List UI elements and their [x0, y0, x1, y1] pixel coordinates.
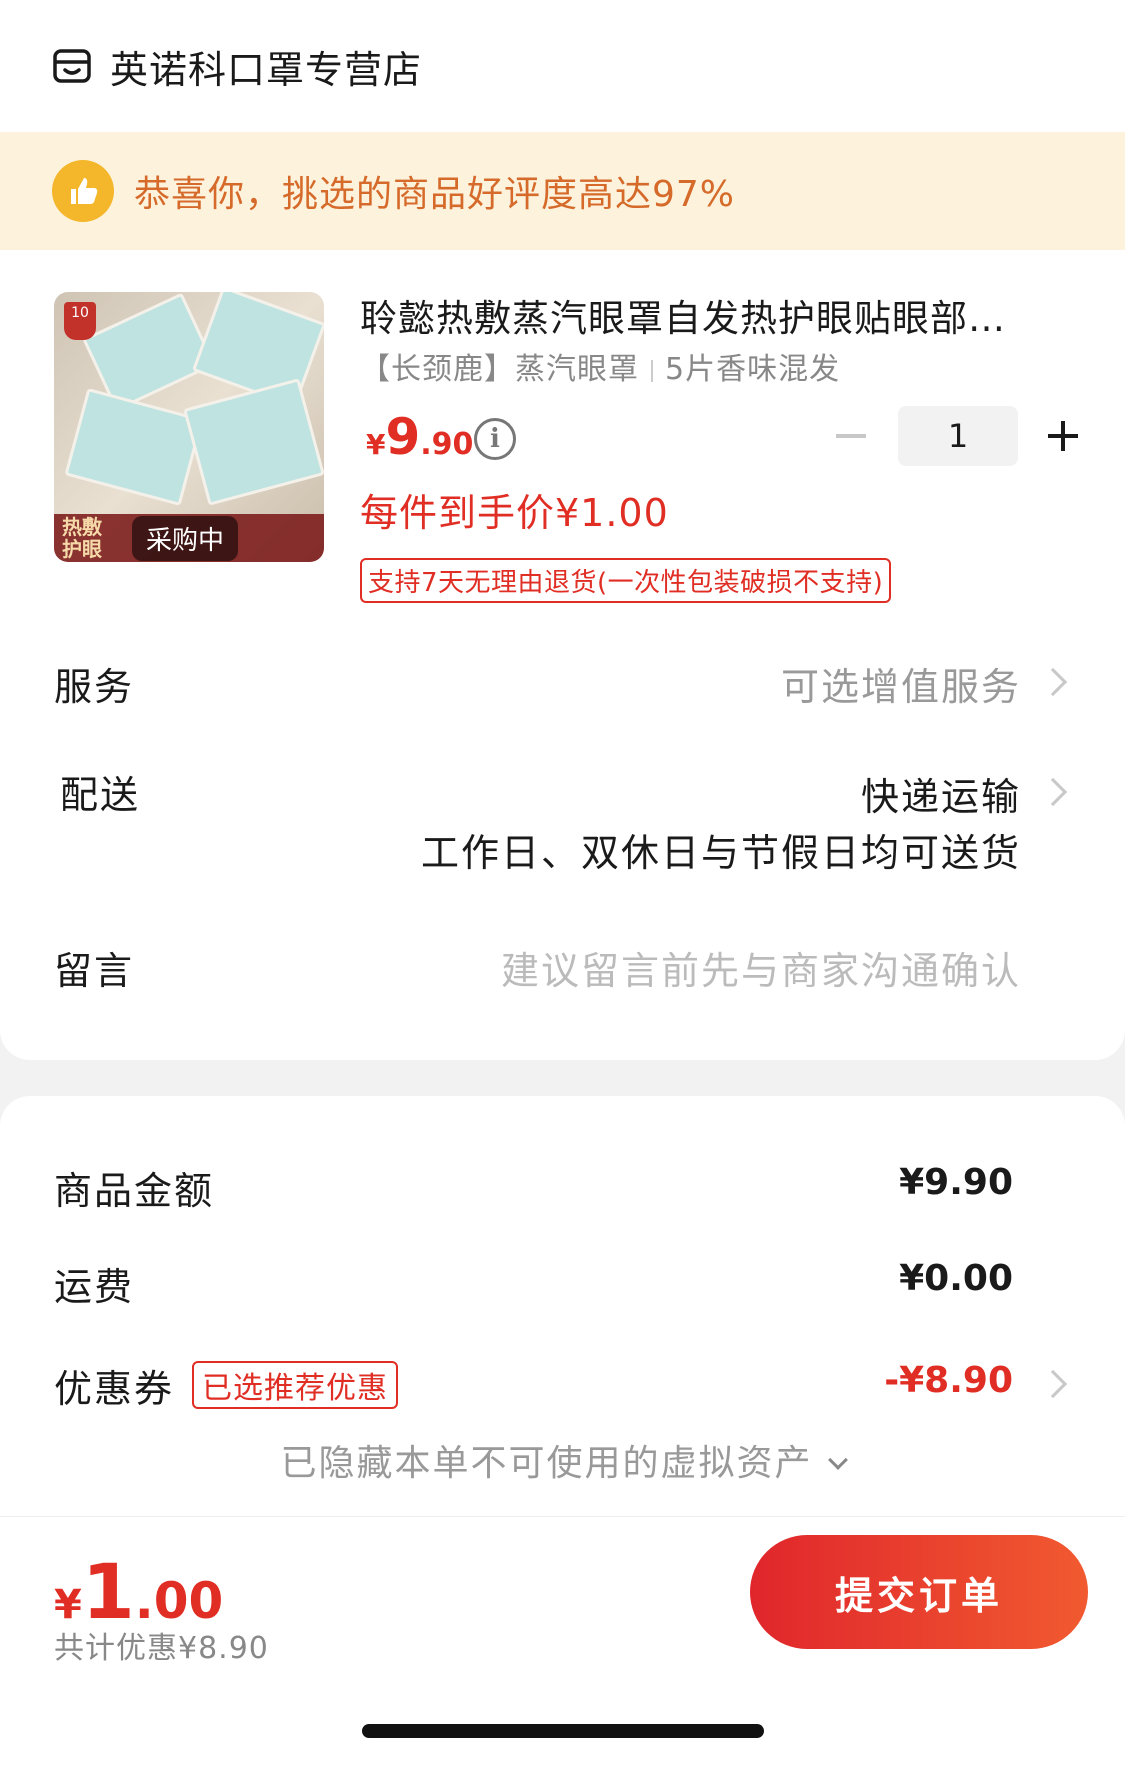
quantity-stepper: 1: [830, 406, 1086, 466]
spec-variant: 5片香味混发: [665, 352, 841, 387]
coupon-tag[interactable]: 已选推荐优惠: [192, 1361, 398, 1409]
info-icon[interactable]: i: [474, 418, 516, 460]
shipping-value: ¥0.00: [899, 1258, 1013, 1299]
message-label: 留言: [54, 949, 135, 993]
chevron-down-icon: [827, 1450, 848, 1470]
unit-price: 每件到手价¥1.00: [360, 491, 669, 535]
spec-brand: 【长颈鹿】蒸汽眼罩: [360, 352, 639, 387]
return-policy-tag: 支持7天无理由退货(一次性包装破损不支持): [360, 558, 892, 603]
order-card: 英诺科口罩专营店 恭喜你，挑选的商品好评度高达97% 10 热敷 护眼 采购中 聆…: [0, 0, 1125, 1060]
shop-header[interactable]: 英诺科口罩专营店: [52, 38, 422, 94]
price-decimal: .90: [420, 427, 474, 462]
product-title[interactable]: 聆懿热敷蒸汽眼罩自发热护眼贴眼部…: [360, 288, 1060, 342]
home-indicator[interactable]: [362, 1724, 764, 1738]
coupon-label: 优惠券: [54, 1367, 175, 1411]
product-price: ¥ 9 .90: [366, 408, 473, 466]
hidden-assets-text: 已隐藏本单不可使用的虚拟资产: [280, 1443, 813, 1484]
total-discount: 共计优惠¥8.90: [54, 1631, 269, 1666]
purchasing-tag: 采购中: [132, 515, 239, 561]
submit-order-button[interactable]: 提交订单: [750, 1535, 1088, 1649]
coupon-value[interactable]: -¥8.90: [884, 1360, 1013, 1401]
service-value[interactable]: 可选增值服务: [781, 656, 1021, 711]
price-symbol: ¥: [366, 428, 386, 461]
delivery-note: 工作日、双休日与节假日均可送货: [420, 831, 1021, 875]
pack-count-badge: 10: [64, 302, 96, 340]
delivery-chevron-icon[interactable]: [1038, 777, 1068, 807]
total-symbol: ¥: [54, 1582, 82, 1628]
product-thumbnail[interactable]: 10 热敷 护眼 采购中: [54, 292, 324, 562]
shop-name[interactable]: 英诺科口罩专营店: [110, 39, 422, 94]
product-spec[interactable]: 【长颈鹿】蒸汽眼罩 5片香味混发: [360, 344, 840, 388]
price-integer: 9: [385, 408, 421, 466]
product-image-caption: 热敷 护眼: [62, 515, 102, 561]
message-input[interactable]: 建议留言前先与商家沟通确认: [501, 940, 1021, 995]
service-label: 服务: [54, 665, 135, 709]
delivery-label: 配送: [60, 773, 141, 817]
praise-text: 恭喜你，挑选的商品好评度高达97%: [134, 174, 736, 215]
goods-amount-value: ¥9.90: [899, 1162, 1013, 1203]
goods-amount-label: 商品金额: [54, 1169, 215, 1213]
spec-divider: [651, 359, 653, 382]
delivery-value[interactable]: 快递运输: [861, 766, 1021, 821]
store-icon: [53, 49, 91, 83]
service-chevron-icon[interactable]: [1038, 667, 1068, 697]
total-decimal: .00: [134, 1572, 224, 1630]
increase-button[interactable]: [1042, 414, 1086, 458]
checkout-footer: ¥ 1 .00 共计优惠¥8.90 提交订单: [0, 1516, 1125, 1766]
product-image-overlay: 热敷 护眼 采购中: [54, 514, 324, 562]
decrease-button[interactable]: [830, 414, 874, 458]
thumbs-up-icon: [52, 160, 114, 222]
shipping-label: 运费: [54, 1265, 135, 1309]
quantity-input[interactable]: 1: [898, 406, 1018, 466]
praise-banner: 恭喜你，挑选的商品好评度高达97%: [0, 132, 1125, 250]
hidden-assets-toggle[interactable]: 已隐藏本单不可使用的虚拟资产: [0, 1434, 1125, 1486]
